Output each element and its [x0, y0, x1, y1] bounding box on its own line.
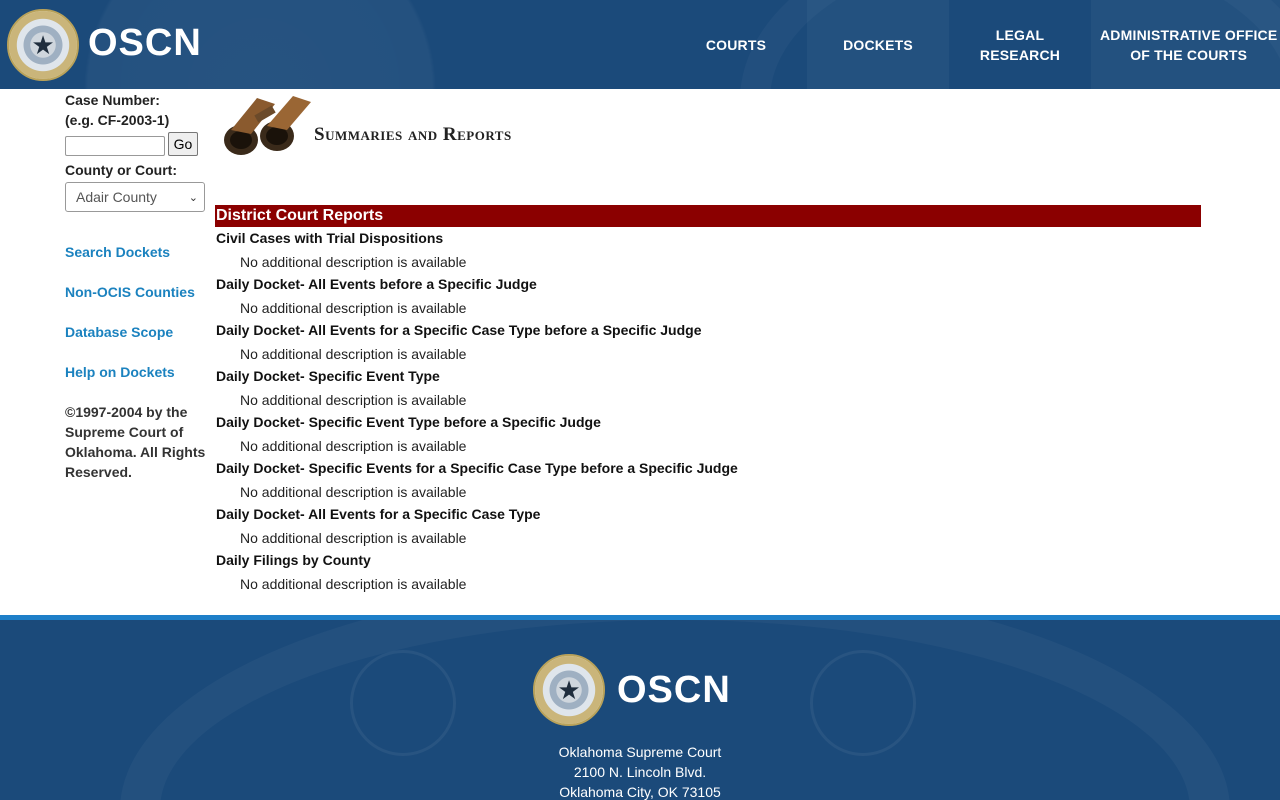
list-item: Daily Docket- All Events for a Specific …: [216, 320, 1201, 366]
report-description: No additional description is available: [240, 346, 467, 362]
copyright-text: ©1997-2004 by the Supreme Court of Oklah…: [65, 404, 206, 480]
report-title-link[interactable]: Daily Docket- Specific Events for a Spec…: [216, 458, 1201, 481]
help-on-dockets-link[interactable]: Help on Dockets: [65, 362, 210, 402]
list-item: Civil Cases with Trial Dispositions No a…: [216, 228, 1201, 274]
report-description: No additional description is available: [240, 392, 467, 408]
list-item: Daily Docket- Specific Event Type before…: [216, 412, 1201, 458]
report-description: No additional description is available: [240, 576, 467, 592]
report-description: No additional description is available: [240, 530, 467, 546]
page-title: Summaries and Reports: [314, 124, 512, 145]
go-button[interactable]: Go: [168, 132, 198, 156]
case-number-input[interactable]: [65, 136, 165, 156]
nav-courts[interactable]: COURTS: [665, 0, 807, 89]
address-line: Oklahoma Supreme Court: [558, 744, 722, 760]
case-number-example: (e.g. CF-2003-1): [65, 112, 170, 128]
list-item: Daily Filings by County No additional de…: [216, 550, 1201, 596]
site-footer: ★ OSCN Oklahoma Supreme Court 2100 N. Li…: [0, 615, 1280, 800]
sidebar: Case Number: (e.g. CF-2003-1) Go County …: [65, 90, 210, 482]
binoculars-icon: [224, 96, 311, 155]
report-title-link[interactable]: Civil Cases with Trial Dispositions: [216, 228, 1201, 251]
database-scope-link[interactable]: Database Scope: [65, 322, 210, 362]
site-header: ★ OSCN COURTS DOCKETS LEGAL RESEARCH ADMI…: [0, 0, 1280, 89]
case-number-label: Case Number:: [65, 92, 160, 108]
county-selected-value: Adair County: [76, 189, 157, 205]
report-title-link[interactable]: Daily Docket- All Events before a Specif…: [216, 274, 1201, 297]
address-line: 2100 N. Lincoln Blvd.: [573, 764, 707, 780]
nav-administrative-office[interactable]: ADMINISTRATIVE OFFICE OF THE COURTS: [1091, 0, 1280, 89]
oscn-logo[interactable]: OSCN: [88, 22, 202, 65]
supreme-court-seal-icon[interactable]: ★: [7, 9, 79, 81]
arrows-emblem-icon: [810, 650, 916, 756]
county-select[interactable]: Adair County ⌄: [65, 182, 205, 212]
search-dockets-link[interactable]: Search Dockets: [65, 242, 210, 282]
list-item: Daily Docket- Specific Events for a Spec…: [216, 458, 1201, 504]
report-description: No additional description is available: [240, 484, 467, 500]
report-title-link[interactable]: Daily Docket- All Events for a Specific …: [216, 504, 1201, 527]
footer-address: Oklahoma Supreme Court 2100 N. Lincoln B…: [0, 742, 1280, 800]
section-header-district-court-reports: District Court Reports: [215, 205, 1201, 227]
report-title-link[interactable]: Daily Filings by County: [216, 550, 1201, 573]
county-label: County or Court:: [65, 162, 177, 178]
report-title-link[interactable]: Daily Docket- Specific Event Type before…: [216, 412, 1201, 435]
report-description: No additional description is available: [240, 300, 467, 316]
nav-legal-research[interactable]: LEGAL RESEARCH: [949, 0, 1091, 89]
non-ocis-counties-link[interactable]: Non-OCIS Counties: [65, 282, 210, 322]
address-line: Oklahoma City, OK 73105: [559, 784, 721, 800]
report-title-link[interactable]: Daily Docket- Specific Event Type: [216, 366, 1201, 389]
nav-dockets[interactable]: DOCKETS: [807, 0, 949, 89]
list-item: Daily Docket- All Events for a Specific …: [216, 504, 1201, 550]
supreme-court-seal-icon: ★: [533, 654, 605, 726]
chevron-down-icon: ⌄: [188, 191, 198, 204]
list-item: Daily Docket- All Events before a Specif…: [216, 274, 1201, 320]
report-title-link[interactable]: Daily Docket- All Events for a Specific …: [216, 320, 1201, 343]
list-item: Daily Docket- Specific Event Type No add…: [216, 366, 1201, 412]
report-description: No additional description is available: [240, 438, 467, 454]
report-description: No additional description is available: [240, 254, 467, 270]
report-list: Civil Cases with Trial Dispositions No a…: [216, 228, 1201, 596]
wreath-emblem-icon: [350, 650, 456, 756]
oscn-footer-logo: OSCN: [617, 669, 731, 711]
